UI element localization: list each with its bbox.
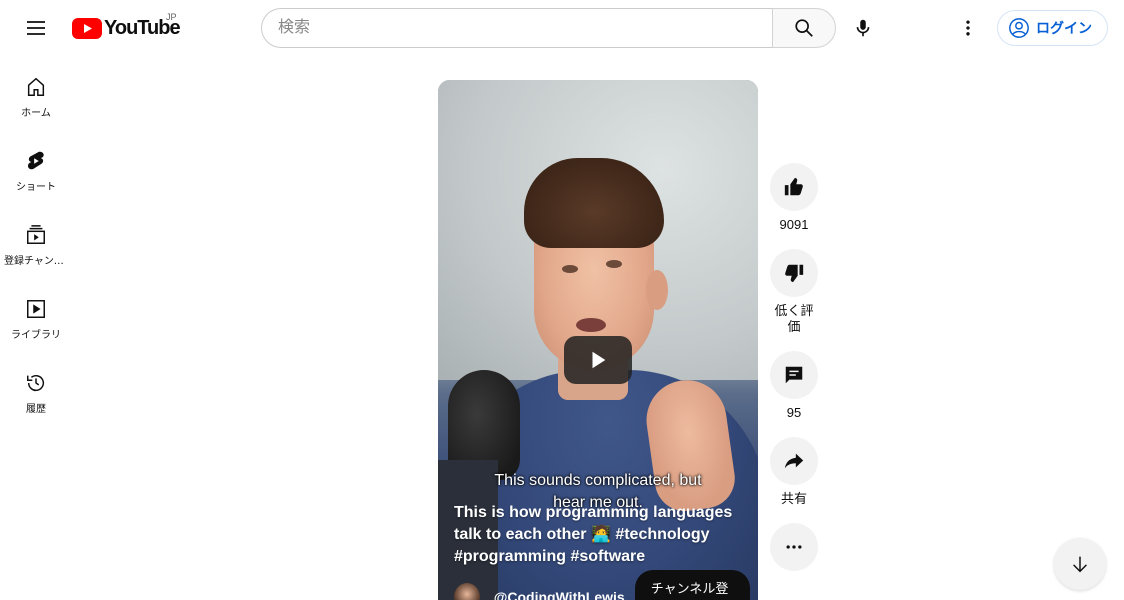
shorts-video-player[interactable]: This sounds complicated, but hear me out… xyxy=(438,80,758,600)
menu-icon xyxy=(27,21,45,35)
library-icon xyxy=(27,300,45,318)
video-person-ear xyxy=(646,270,668,310)
sidebar-item-label: 履歴 xyxy=(26,404,46,415)
shorts-action-bar: 9091 低く評価 95 共有 xyxy=(769,163,819,587)
share-icon xyxy=(784,453,804,469)
dislike-label: 低く評価 xyxy=(774,303,814,334)
more-horizontal-icon xyxy=(786,545,802,549)
dislike-action: 低く評価 xyxy=(769,249,819,335)
microphone-icon xyxy=(856,19,870,37)
sidebar-item-label: ホーム xyxy=(21,108,51,119)
subscribe-button[interactable]: チャンネル登録 xyxy=(634,570,750,600)
channel-info: @CodingWithLewis チャンネル登録 xyxy=(454,570,750,600)
more-action xyxy=(769,523,819,571)
like-button[interactable] xyxy=(770,163,818,211)
search-icon xyxy=(795,19,813,37)
settings-more-button[interactable] xyxy=(948,8,988,48)
menu-button[interactable] xyxy=(16,8,56,48)
search-bar xyxy=(261,8,836,48)
login-button[interactable]: ログイン xyxy=(997,10,1108,46)
share-label: 共有 xyxy=(780,491,807,506)
video-person-mouth xyxy=(576,318,606,332)
channel-avatar[interactable] xyxy=(454,583,480,600)
arrow-down-icon xyxy=(1073,556,1087,573)
voice-search-button[interactable] xyxy=(843,8,883,48)
dislike-button[interactable] xyxy=(770,249,818,297)
more-vertical-icon xyxy=(966,20,970,36)
hashtag-link[interactable]: #programming xyxy=(454,548,566,565)
share-action: 共有 xyxy=(769,437,819,507)
video-title[interactable]: This is how programming languages talk t… xyxy=(454,502,750,568)
sidebar-item-label: ショート xyxy=(16,182,56,193)
comment-count: 95 xyxy=(786,405,802,420)
play-button[interactable] xyxy=(564,336,632,384)
thumbs-up-icon xyxy=(784,177,803,196)
comments-button[interactable] xyxy=(770,351,818,399)
youtube-logo[interactable]: YouTube xyxy=(72,14,181,42)
like-count: 9091 xyxy=(779,217,809,232)
thumbs-down-icon xyxy=(785,264,804,283)
shorts-icon xyxy=(27,151,44,170)
share-button[interactable] xyxy=(770,437,818,485)
mini-guide-sidebar: ホーム ショート 登録チャンネル ライブラリ 履歴 xyxy=(0,56,72,426)
subscriptions-icon xyxy=(27,225,45,244)
more-actions-button[interactable] xyxy=(770,523,818,571)
home-icon xyxy=(27,77,45,96)
play-icon xyxy=(592,351,606,369)
country-code: JP xyxy=(166,12,177,22)
sidebar-item-label: ライブラリ xyxy=(11,330,61,341)
next-video-button[interactable] xyxy=(1054,538,1106,590)
channel-name[interactable]: @CodingWithLewis xyxy=(494,589,625,600)
hashtag-link[interactable]: #software xyxy=(570,548,645,565)
account-circle-icon xyxy=(1009,18,1029,38)
sidebar-item-library[interactable]: ライブラリ xyxy=(0,278,72,352)
video-person-eye xyxy=(606,260,622,268)
search-input[interactable] xyxy=(261,8,772,48)
sidebar-item-home[interactable]: ホーム xyxy=(0,56,72,130)
comment-icon xyxy=(785,366,803,384)
sidebar-item-label: 登録チャンネル xyxy=(4,256,68,267)
video-title-emoji: 🧑‍💻 xyxy=(590,526,611,543)
search-button[interactable] xyxy=(772,8,836,48)
top-bar: YouTube JP ログイン xyxy=(0,0,1124,56)
sidebar-item-history[interactable]: 履歴 xyxy=(0,352,72,426)
comment-action: 95 xyxy=(769,351,819,421)
sidebar-item-shorts[interactable]: ショート xyxy=(0,130,72,204)
history-icon xyxy=(27,374,44,392)
login-label: ログイン xyxy=(1036,20,1092,36)
sidebar-item-subscriptions[interactable]: 登録チャンネル xyxy=(0,204,72,278)
video-person-eye xyxy=(562,265,578,273)
hashtag-link[interactable]: #technology xyxy=(615,526,709,543)
youtube-play-logo-icon xyxy=(72,17,102,39)
like-action: 9091 xyxy=(769,163,819,233)
